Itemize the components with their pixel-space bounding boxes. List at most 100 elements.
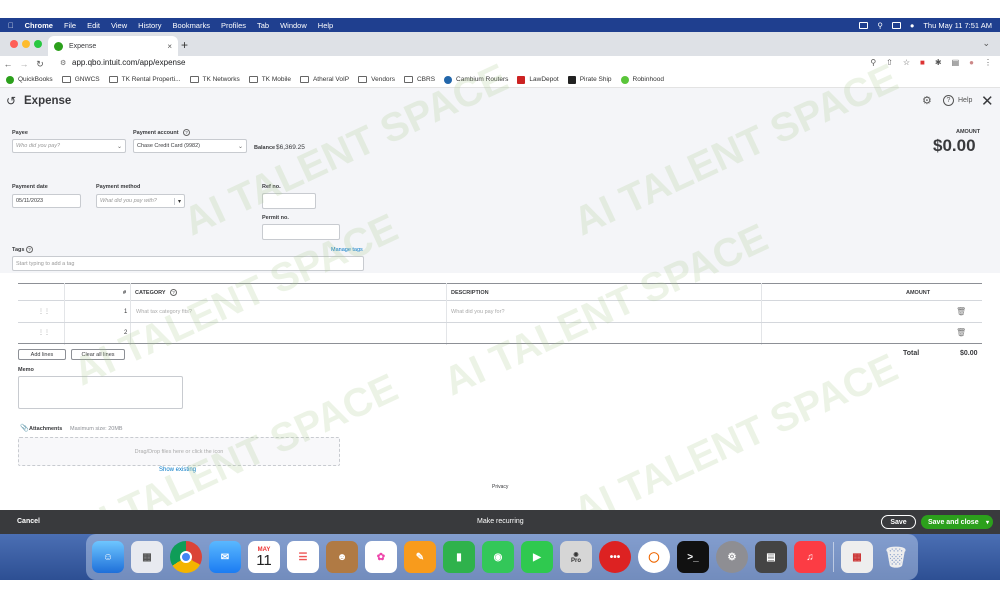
- table-row[interactable]: ⋮⋮ 2 🗑: [18, 323, 982, 344]
- menu-file[interactable]: File: [64, 21, 76, 30]
- scanner-icon[interactable]: ▤: [755, 541, 787, 573]
- terminal-icon[interactable]: >_: [677, 541, 709, 573]
- bookmark-star-icon[interactable]: ☆: [903, 58, 910, 67]
- category-input[interactable]: What tax category fits?: [136, 309, 192, 315]
- system-settings-icon[interactable]: ⚙: [716, 541, 748, 573]
- reminders-icon[interactable]: ☰: [287, 541, 319, 573]
- payment-account-select[interactable]: Chase Credit Card (9982) ⌄: [133, 139, 247, 153]
- siri-icon[interactable]: ●: [910, 21, 915, 30]
- description-input[interactable]: What did you pay for?: [451, 309, 505, 315]
- ref-no-input[interactable]: [262, 193, 316, 209]
- extensions-puzzle-icon[interactable]: ✱: [935, 58, 942, 67]
- save-and-close-button[interactable]: Save and close ▾: [921, 515, 993, 529]
- bookmark-gnwcs[interactable]: GNWCS: [61, 76, 100, 83]
- privacy-link[interactable]: Privacy: [492, 484, 508, 490]
- menu-app-name[interactable]: Chrome: [25, 21, 53, 30]
- new-tab-icon[interactable]: +: [181, 38, 188, 52]
- bookmark-pirate-ship[interactable]: Pirate Ship: [567, 75, 612, 84]
- site-info-icon[interactable]: ⚙: [60, 59, 66, 67]
- address-bar[interactable]: app.qbo.intuit.com/app/expense: [72, 58, 185, 67]
- recent-transactions-icon[interactable]: ↺: [6, 94, 16, 108]
- bookmark-vendors[interactable]: Vendors: [358, 76, 395, 83]
- cancel-button[interactable]: Cancel: [17, 518, 40, 525]
- tags-input[interactable]: Start typing to add a tag: [12, 256, 364, 271]
- delete-row-icon[interactable]: 🗑: [956, 307, 966, 316]
- drag-handle-icon[interactable]: ⋮⋮: [38, 308, 50, 315]
- bookmark-lawdepot[interactable]: LawDepot: [517, 75, 559, 84]
- profile-avatar-icon[interactable]: ●: [969, 58, 974, 67]
- side-panel-icon[interactable]: ▤: [952, 58, 960, 67]
- more-dots-icon[interactable]: •••: [599, 541, 631, 573]
- memo-textarea[interactable]: [18, 376, 183, 409]
- facetime-icon[interactable]: ▶: [521, 541, 553, 573]
- drag-handle-icon[interactable]: ⋮⋮: [38, 329, 50, 336]
- numbers-icon[interactable]: ▮: [443, 541, 475, 573]
- payment-date-input[interactable]: 05/11/2023: [12, 194, 81, 208]
- menu-tab[interactable]: Tab: [257, 21, 269, 30]
- pages-icon[interactable]: ✎: [404, 541, 436, 573]
- close-icon[interactable]: ✕: [981, 92, 994, 110]
- add-lines-button[interactable]: Add lines: [18, 349, 66, 360]
- messages-icon[interactable]: ◉: [482, 541, 514, 573]
- clear-all-lines-button[interactable]: Clear all lines: [71, 349, 125, 360]
- menubar-clock[interactable]: Thu May 11 7:51 AM: [923, 21, 992, 30]
- bookmark-tk-mobile[interactable]: TK Mobile: [248, 76, 291, 83]
- menu-edit[interactable]: Edit: [87, 21, 100, 30]
- tags-info-icon[interactable]: ?: [26, 246, 33, 253]
- launchpad-icon[interactable]: ▦: [131, 541, 163, 573]
- bookmark-tk-networks[interactable]: TK Networks: [189, 76, 240, 83]
- account-info-icon[interactable]: ?: [183, 129, 190, 136]
- permit-no-input[interactable]: [262, 224, 340, 240]
- table-row[interactable]: ⋮⋮ 1 What tax category fits? What did yo…: [18, 302, 982, 323]
- bookmark-tk-rental[interactable]: TK Rental Properti...: [108, 76, 181, 83]
- manage-tags-link[interactable]: Manage tags: [331, 247, 363, 253]
- category-info-icon[interactable]: ?: [170, 289, 177, 296]
- make-recurring-button[interactable]: Make recurring: [477, 518, 524, 525]
- bookmark-atheral-voip[interactable]: Atheral VoIP: [299, 76, 349, 83]
- save-options-chevron-icon[interactable]: ▾: [986, 519, 989, 526]
- reload-icon[interactable]: ↻: [32, 59, 48, 70]
- tab-search-chevron-icon[interactable]: ⌄: [982, 38, 990, 49]
- menu-profiles[interactable]: Profiles: [221, 21, 246, 30]
- window-zoom-icon[interactable]: [34, 40, 42, 48]
- attachment-dropzone[interactable]: Drag/Drop files here or click the icon: [18, 437, 340, 466]
- bookmark-cbrs[interactable]: CBRS: [403, 76, 435, 83]
- menu-bookmarks[interactable]: Bookmarks: [172, 21, 210, 30]
- control-center-icon[interactable]: [891, 21, 901, 29]
- zoom-search-icon[interactable]: ⚲: [870, 58, 876, 67]
- help-icon[interactable]: ?: [943, 95, 954, 106]
- recent-documents-icon[interactable]: ▦: [841, 541, 873, 573]
- payee-combobox[interactable]: Who did you pay? ⌄: [12, 139, 126, 153]
- show-existing-link[interactable]: Show existing: [159, 467, 196, 473]
- browser-tab-expense[interactable]: Expense ×: [48, 36, 178, 56]
- menu-window[interactable]: Window: [280, 21, 307, 30]
- bookmark-quickbooks[interactable]: QuickBooks: [6, 75, 53, 84]
- pro-app-icon[interactable]: ◉ Pro: [560, 541, 592, 573]
- browser-menu-icon[interactable]: ⋮: [984, 58, 992, 67]
- trash-icon[interactable]: 🗑: [880, 541, 912, 573]
- save-button[interactable]: Save: [881, 515, 916, 529]
- apple-icon[interactable]: : [8, 21, 14, 30]
- menu-history[interactable]: History: [138, 21, 161, 30]
- bookmark-robinhood[interactable]: Robinhood: [620, 75, 664, 84]
- spotlight-search-icon[interactable]: ⚲: [877, 21, 883, 30]
- screen-mirror-icon[interactable]: [859, 21, 869, 29]
- contacts-icon[interactable]: ☻: [326, 541, 358, 573]
- calendar-icon[interactable]: MAY 11: [248, 541, 280, 573]
- forward-icon[interactable]: →: [16, 59, 32, 69]
- mail-icon[interactable]: ✉: [209, 541, 241, 573]
- finder-icon[interactable]: ☺: [92, 541, 124, 573]
- share-icon[interactable]: ⇧: [886, 58, 893, 67]
- window-minimize-icon[interactable]: [22, 40, 30, 48]
- window-close-icon[interactable]: [10, 40, 18, 48]
- photos-icon[interactable]: ✿: [365, 541, 397, 573]
- help-link[interactable]: Help: [958, 97, 972, 104]
- vpn-app-icon[interactable]: ◯: [638, 541, 670, 573]
- tab-close-icon[interactable]: ×: [167, 42, 172, 51]
- delete-row-icon[interactable]: 🗑: [956, 328, 966, 337]
- payment-method-select[interactable]: What did you pay with? ▾: [96, 194, 185, 208]
- settings-gear-icon[interactable]: ⚙: [922, 94, 932, 107]
- menu-view[interactable]: View: [111, 21, 127, 30]
- menu-help[interactable]: Help: [318, 21, 333, 30]
- bookmark-cambium-routers[interactable]: Cambium Routers: [444, 75, 508, 84]
